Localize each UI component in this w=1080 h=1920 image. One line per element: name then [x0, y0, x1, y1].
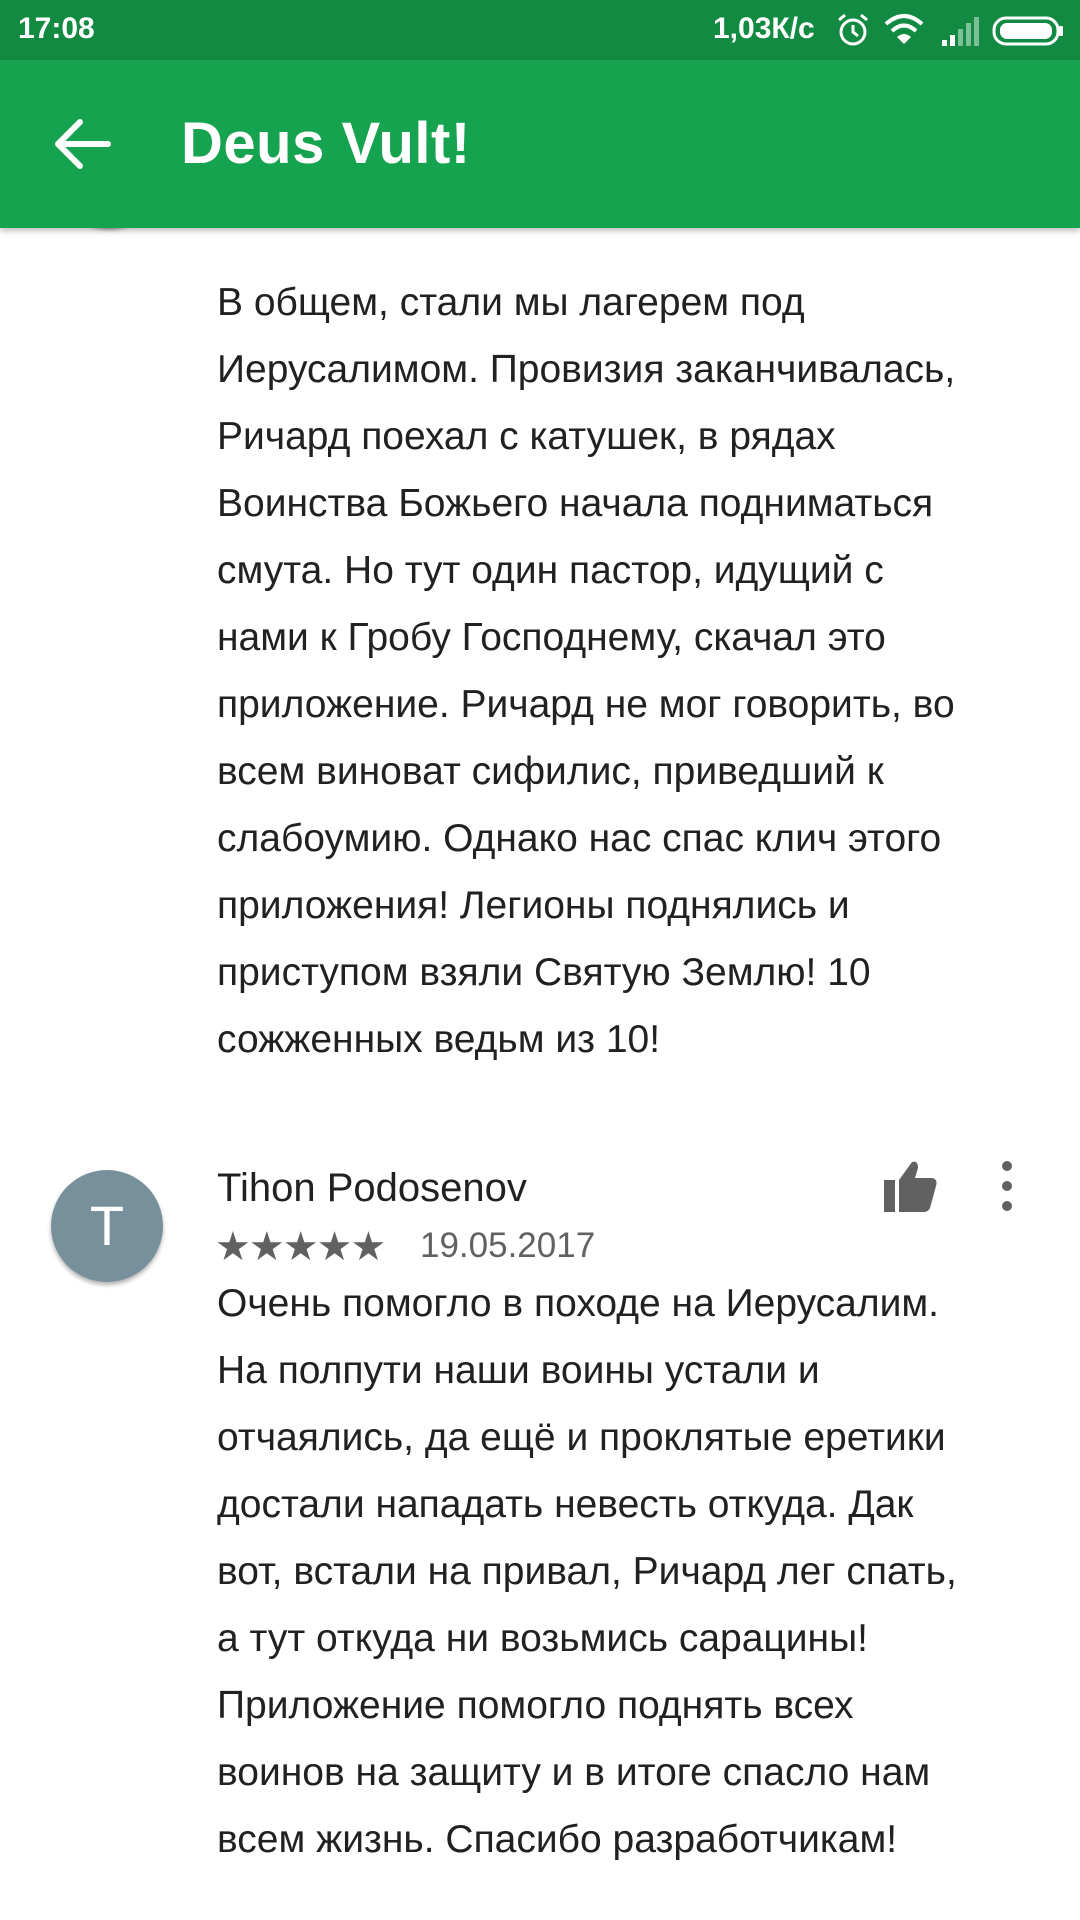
review-date: 19.05.2017: [420, 1226, 596, 1265]
alarm-icon: [838, 13, 868, 46]
rating-stars: ★★★★★: [215, 1225, 386, 1269]
review-text: Очень помогло в походе на Иерусалим. На …: [217, 1282, 957, 1861]
avatar: T: [51, 1170, 163, 1282]
network-speed: 1,03К/с: [713, 12, 815, 45]
more-vert-icon[interactable]: [993, 1156, 1021, 1216]
signal-icon: [942, 17, 979, 46]
battery-icon: [992, 16, 1063, 46]
review-author: Tihon Podosenov: [217, 1166, 527, 1210]
reviews-list[interactable]: В общем, стали мы лагерем под Иерусалимо…: [0, 228, 1080, 1920]
review-text: В общем, стали мы лагерем под Иерусалимо…: [217, 281, 956, 1061]
arrow-back-icon[interactable]: [50, 114, 114, 174]
status-bar: 17:08 1,03К/с: [0, 0, 1080, 60]
wifi-icon: [884, 14, 924, 44]
app-bar: Deus Vult!: [0, 60, 1080, 228]
status-time: 17:08: [18, 12, 95, 45]
thumbs-up-icon[interactable]: [882, 1158, 938, 1214]
page-title: Deus Vult!: [181, 111, 471, 176]
